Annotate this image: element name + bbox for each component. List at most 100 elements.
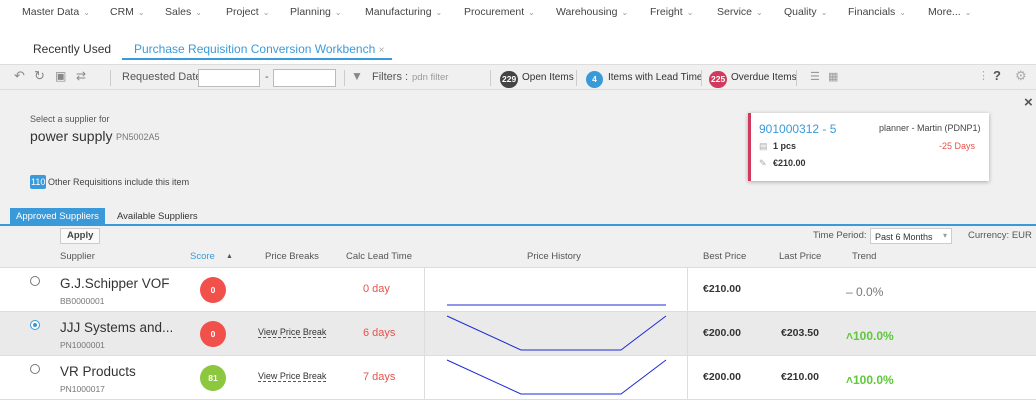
tab-bar: Recently Used Purchase Requisition Conve… (0, 38, 1036, 60)
menu-master-data[interactable]: Master Data ⌄ (22, 6, 90, 18)
tab-approved-suppliers[interactable]: Approved Suppliers (10, 208, 105, 226)
toolbar: ↶ ↻ ▣ ⇄ Requested Date : - ▼ Filters : p… (0, 64, 1036, 90)
col-price-breaks[interactable]: Price Breaks (265, 251, 319, 262)
price-history-line (446, 359, 667, 395)
menu-planning[interactable]: Planning ⌄ (290, 6, 342, 18)
col-best-price[interactable]: Best Price (703, 251, 746, 262)
menu-more[interactable]: More... ⌄ (928, 6, 971, 18)
supplier-name: G.J.Schipper VOF (60, 276, 170, 291)
divider (796, 70, 797, 86)
divider (344, 70, 345, 86)
supplier-code: BB0000001 (60, 296, 105, 306)
table-row[interactable]: VR Products PN1000017 81 View Price Brea… (0, 356, 1036, 400)
menu-procurement[interactable]: Procurement ⌄ (464, 6, 535, 18)
supplier-code: PN1000001 (60, 340, 105, 350)
table-row[interactable]: JJJ Systems and... PN1000001 0 View Pric… (0, 312, 1036, 356)
overdue-badge: 225 (709, 71, 728, 88)
close-icon[interactable]: × (1024, 94, 1033, 111)
lead-time: 7 days (363, 371, 396, 383)
last-price: €210.00 (781, 371, 819, 383)
menu-financials[interactable]: Financials ⌄ (848, 6, 906, 18)
view-price-break-link[interactable]: View Price Break (258, 327, 327, 338)
grid-view-icon[interactable]: ▦ (828, 70, 838, 83)
save-icon[interactable]: ▣ (55, 69, 66, 83)
lead-time: 6 days (363, 327, 396, 339)
divider (490, 70, 491, 86)
tab-available-suppliers[interactable]: Available Suppliers (111, 208, 204, 226)
col-score[interactable]: Score (190, 251, 215, 262)
time-period-select[interactable]: Past 6 Months ▾ (870, 228, 952, 244)
more-vertical-icon[interactable]: ⋮ (978, 69, 989, 82)
tab-close-icon[interactable]: × (379, 45, 385, 56)
price-tag-icon: ✎ (759, 158, 767, 168)
days-overdue: -25 Days (939, 141, 976, 151)
supplier-code: PN1000017 (60, 384, 105, 394)
score-badge: 81 (200, 365, 226, 391)
col-last-price[interactable]: Last Price (779, 251, 821, 262)
active-tab-underline (122, 58, 392, 60)
price-history-chart (424, 268, 688, 312)
other-requisitions-count[interactable]: 110 (30, 175, 47, 189)
table-row[interactable]: G.J.Schipper VOF BB0000001 0 0 day €210.… (0, 268, 1036, 312)
price-history-sparkline (446, 359, 667, 395)
col-supplier[interactable]: Supplier (60, 251, 95, 262)
price-history-chart (424, 312, 688, 356)
currency-label: Currency: EUR (968, 230, 1032, 241)
supplier-radio[interactable] (30, 364, 40, 374)
date-dash: - (265, 71, 269, 83)
gear-icon[interactable]: ⚙ (1015, 68, 1027, 84)
supplier-name: VR Products (60, 364, 136, 379)
apply-button[interactable]: Apply (60, 228, 101, 244)
table-header: Supplier Score ▲ Price Breaks Calc Lead … (0, 246, 1036, 268)
open-items-badge: 229 (500, 71, 519, 88)
menu-quality[interactable]: Quality ⌄ (784, 6, 827, 18)
undo-icon[interactable]: ↶ (14, 68, 25, 84)
supplier-radio-selected[interactable] (30, 320, 40, 330)
requisition-id[interactable]: 901000312 - 5 (759, 122, 836, 136)
score-badge: 0 (200, 277, 226, 303)
apply-bar: Apply Time Period: Past 6 Months ▾ Curren… (0, 226, 1036, 246)
list-view-icon[interactable]: ☰ (810, 70, 820, 83)
col-calc-lead-time[interactable]: Calc Lead Time (346, 251, 412, 262)
tab-recently-used[interactable]: Recently Used (33, 42, 111, 56)
box-icon: ▤ (759, 141, 768, 151)
menu-service[interactable]: Service ⌄ (717, 6, 763, 18)
swap-icon[interactable]: ⇄ (76, 69, 86, 83)
col-price-history: Price History (527, 251, 581, 262)
card-price: €210.00 (773, 158, 806, 168)
divider (576, 70, 577, 86)
lead-time: 0 day (363, 283, 390, 295)
select-supplier-text: Select a supplier for (30, 114, 110, 124)
sort-asc-icon: ▲ (226, 253, 233, 260)
supplier-tabs: Approved Suppliers Available Suppliers (0, 206, 1036, 226)
date-to-input[interactable] (273, 69, 336, 87)
chevron-down-icon: ▾ (942, 231, 947, 240)
menu-warehousing[interactable]: Warehousing ⌄ (556, 6, 628, 18)
supplier-radio[interactable] (30, 276, 40, 286)
filter-value[interactable]: pdn filter (412, 72, 448, 83)
view-price-break-link[interactable]: View Price Break (258, 371, 327, 382)
divider (701, 70, 702, 86)
date-from-input[interactable] (198, 69, 260, 87)
help-icon[interactable]: ? (993, 68, 1001, 83)
overdue-button[interactable]: Overdue Items (731, 72, 797, 83)
requisition-card[interactable]: 901000312 - 5 planner - Martin (PDNP1) ▤… (748, 113, 989, 181)
price-history-chart (424, 356, 688, 400)
lead-time-button[interactable]: Items with Lead Time (608, 72, 702, 83)
menu-freight[interactable]: Freight ⌄ (650, 6, 693, 18)
tab-workbench[interactable]: Purchase Requisition Conversion Workbenc… (134, 42, 384, 56)
item-name: power supply (30, 128, 113, 144)
filter-icon[interactable]: ▼ (351, 69, 363, 83)
supplier-name: JJJ Systems and... (60, 320, 174, 335)
quantity: 1 pcs (773, 141, 797, 151)
refresh-icon[interactable]: ↻ (34, 68, 45, 84)
price-history-sparkline (447, 304, 666, 306)
trend-value: ˄100.0% (846, 373, 894, 387)
requested-date-label: Requested Date : (122, 71, 208, 83)
menu-sales[interactable]: Sales ⌄ (165, 6, 202, 18)
menu-manufacturing[interactable]: Manufacturing ⌄ (365, 6, 442, 18)
menu-project[interactable]: Project ⌄ (226, 6, 269, 18)
best-price: €210.00 (703, 283, 741, 295)
open-items-button[interactable]: Open Items (522, 72, 574, 83)
menu-crm[interactable]: CRM ⌄ (110, 6, 145, 18)
